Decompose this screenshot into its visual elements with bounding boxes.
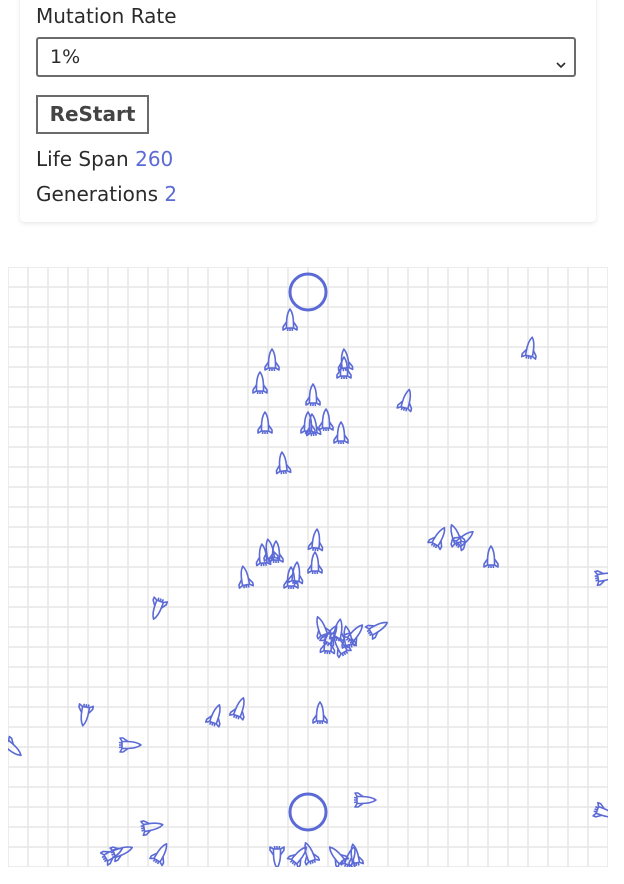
space-shuttle-icon xyxy=(257,411,273,435)
space-shuttle-icon xyxy=(8,735,27,762)
space-shuttle-icon xyxy=(333,421,349,445)
space-shuttle-icon xyxy=(520,335,540,361)
mutation-rate-select[interactable]: 1% xyxy=(36,37,576,77)
simulation-svg xyxy=(8,267,608,867)
space-shuttle-icon xyxy=(593,567,608,587)
space-shuttle-icon xyxy=(252,371,268,395)
generations-value: 2 xyxy=(164,182,178,206)
space-shuttle-icon xyxy=(148,839,174,867)
space-shuttle-icon xyxy=(235,564,255,590)
mutation-rate-label: Mutation Rate xyxy=(36,4,177,28)
space-shuttle-icon xyxy=(228,694,251,722)
space-shuttle-icon xyxy=(307,527,325,553)
life-span-row: Life Span 260 xyxy=(36,147,173,171)
space-shuttle-icon xyxy=(396,386,417,414)
generations-row: Generations 2 xyxy=(36,182,177,206)
restart-button[interactable]: ReStart xyxy=(36,95,149,134)
space-shuttle-icon xyxy=(118,737,142,753)
space-shuttle-icon xyxy=(283,566,299,590)
space-shuttle-icon xyxy=(591,801,608,824)
space-shuttle-icon xyxy=(312,701,328,725)
space-shuttle-icon xyxy=(353,792,377,808)
chevron-down-icon xyxy=(556,54,566,73)
space-shuttle-icon xyxy=(298,839,321,867)
space-shuttle-icon xyxy=(307,551,323,575)
life-span-label: Life Span xyxy=(36,147,129,171)
simulation-canvas[interactable] xyxy=(8,267,608,867)
grid xyxy=(8,267,608,867)
space-shuttle-icon xyxy=(146,595,169,623)
generations-label: Generations xyxy=(36,182,158,206)
controls-panel: Mutation Rate 1% ReStart Life Span 260 G… xyxy=(20,0,596,222)
space-shuttle-icon xyxy=(75,702,95,728)
space-shuttle-icon xyxy=(483,545,499,569)
life-span-value: 260 xyxy=(135,147,174,171)
space-shuttle-icon xyxy=(269,845,285,867)
mutation-rate-value: 1% xyxy=(50,46,81,68)
space-shuttle-icon xyxy=(287,560,305,586)
